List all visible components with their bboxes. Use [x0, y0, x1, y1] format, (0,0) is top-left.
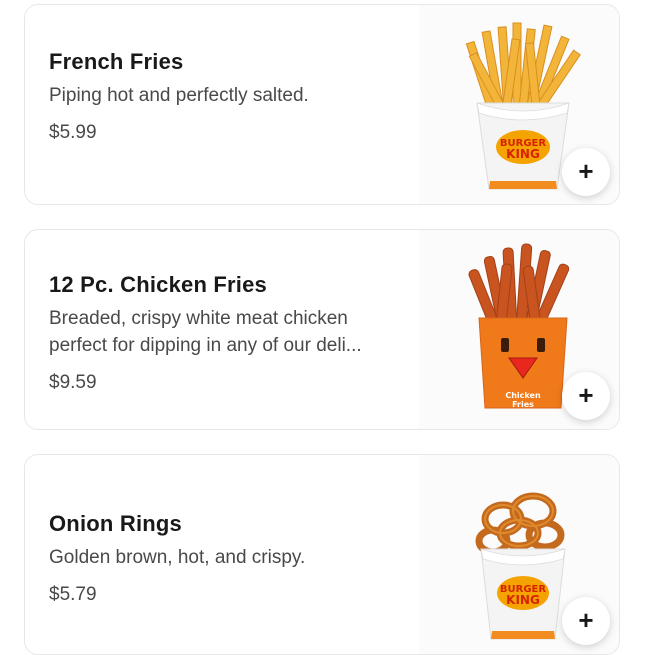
menu-item-card[interactable]: 12 Pc. Chicken Fries Breaded, crispy whi… — [24, 229, 620, 430]
bk-logo-text: KING — [506, 593, 540, 607]
menu-item-description: Breaded, crispy white meat chicken perfe… — [49, 308, 362, 356]
bk-logo-text: KING — [506, 147, 540, 161]
add-to-cart-button[interactable]: + — [562, 148, 610, 196]
menu-item-card[interactable]: French Fries Piping hot and perfectly sa… — [24, 4, 620, 205]
menu-item-title: 12 Pc. Chicken Fries — [49, 272, 267, 297]
menu-item-info: French Fries Piping hot and perfectly sa… — [49, 48, 409, 146]
menu-item-info: 12 Pc. Chicken Fries Breaded, crispy whi… — [49, 271, 409, 396]
menu-item-description: Golden brown, hot, and crispy. — [49, 547, 306, 568]
menu-item-title: Onion Rings — [49, 511, 182, 536]
menu-item-price: $5.79 — [49, 584, 97, 605]
add-to-cart-button[interactable]: + — [562, 597, 610, 645]
plus-icon: + — [578, 156, 594, 186]
menu-item-info: Onion Rings Golden brown, hot, and crisp… — [49, 510, 409, 608]
box-label-text: Chicken — [505, 391, 541, 400]
plus-icon: + — [578, 605, 594, 635]
menu-item-card[interactable]: Onion Rings Golden brown, hot, and crisp… — [24, 454, 620, 655]
menu-item-price: $9.59 — [49, 372, 97, 393]
plus-icon: + — [578, 380, 594, 410]
box-label-text: Fries — [512, 400, 534, 409]
menu-item-description: Piping hot and perfectly salted. — [49, 85, 309, 106]
menu-item-list: French Fries Piping hot and perfectly sa… — [0, 0, 645, 655]
menu-item-price: $5.99 — [49, 122, 97, 143]
add-to-cart-button[interactable]: + — [562, 372, 610, 420]
menu-item-title: French Fries — [49, 49, 184, 74]
